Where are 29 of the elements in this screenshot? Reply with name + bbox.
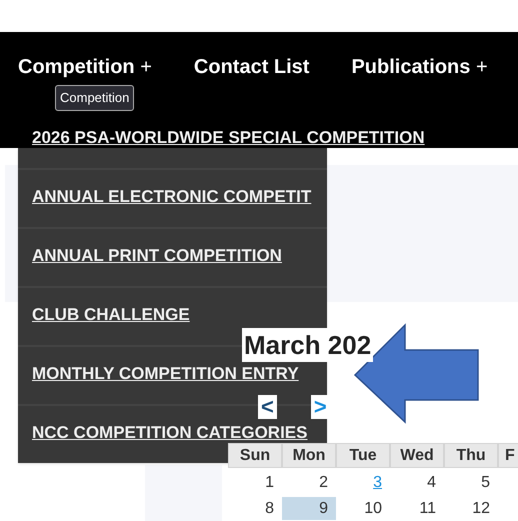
day-cell[interactable]: 5 [444, 471, 498, 494]
day-cell[interactable]: 4 [390, 471, 444, 494]
weekday-header: Tue [336, 443, 390, 468]
weekday-header: Thu [444, 443, 498, 468]
menu-link[interactable]: ANNUAL PRINT COMPETITION [32, 244, 282, 266]
weekday-header: F [498, 443, 518, 468]
next-month-button[interactable]: > [310, 395, 330, 419]
menu-link[interactable]: ANNUAL ELECTRONIC COMPETIT [32, 186, 312, 208]
day-cell[interactable]: 10 [336, 497, 390, 520]
menu-link[interactable]: NCC COMPETITION CATEGORIES [32, 422, 308, 444]
weekday-header: Mon [282, 443, 336, 468]
nav-link[interactable]: Contact List [194, 52, 310, 82]
day-cell[interactable]: 3 [336, 471, 390, 494]
weekday-header: Sun [228, 443, 282, 468]
menu-link[interactable]: CLUB CHALLENGE [32, 304, 190, 326]
day-cell[interactable]: 12 [444, 497, 498, 520]
weekday-header: Wed [390, 443, 444, 468]
menu-link[interactable]: MONTHLY COMPETITION ENTRY [32, 362, 299, 384]
tooltip: Competition [55, 85, 134, 110]
day-cell[interactable]: 1 [228, 471, 282, 494]
previous-month-button[interactable]: < [258, 395, 277, 419]
menu-link[interactable]: 2026 PSA-WORLDWIDE SPECIAL COMPETITION [32, 128, 425, 148]
day-cell[interactable]: 8 [228, 497, 282, 520]
nav-link[interactable]: Competition + [18, 52, 152, 82]
day-cell[interactable]: 9 [282, 497, 336, 520]
calendar-title: March 202 [242, 328, 374, 362]
nav-link[interactable]: Publications + [351, 52, 488, 82]
day-cell[interactable]: 2 [282, 471, 336, 494]
day-cell[interactable]: 11 [390, 497, 444, 520]
